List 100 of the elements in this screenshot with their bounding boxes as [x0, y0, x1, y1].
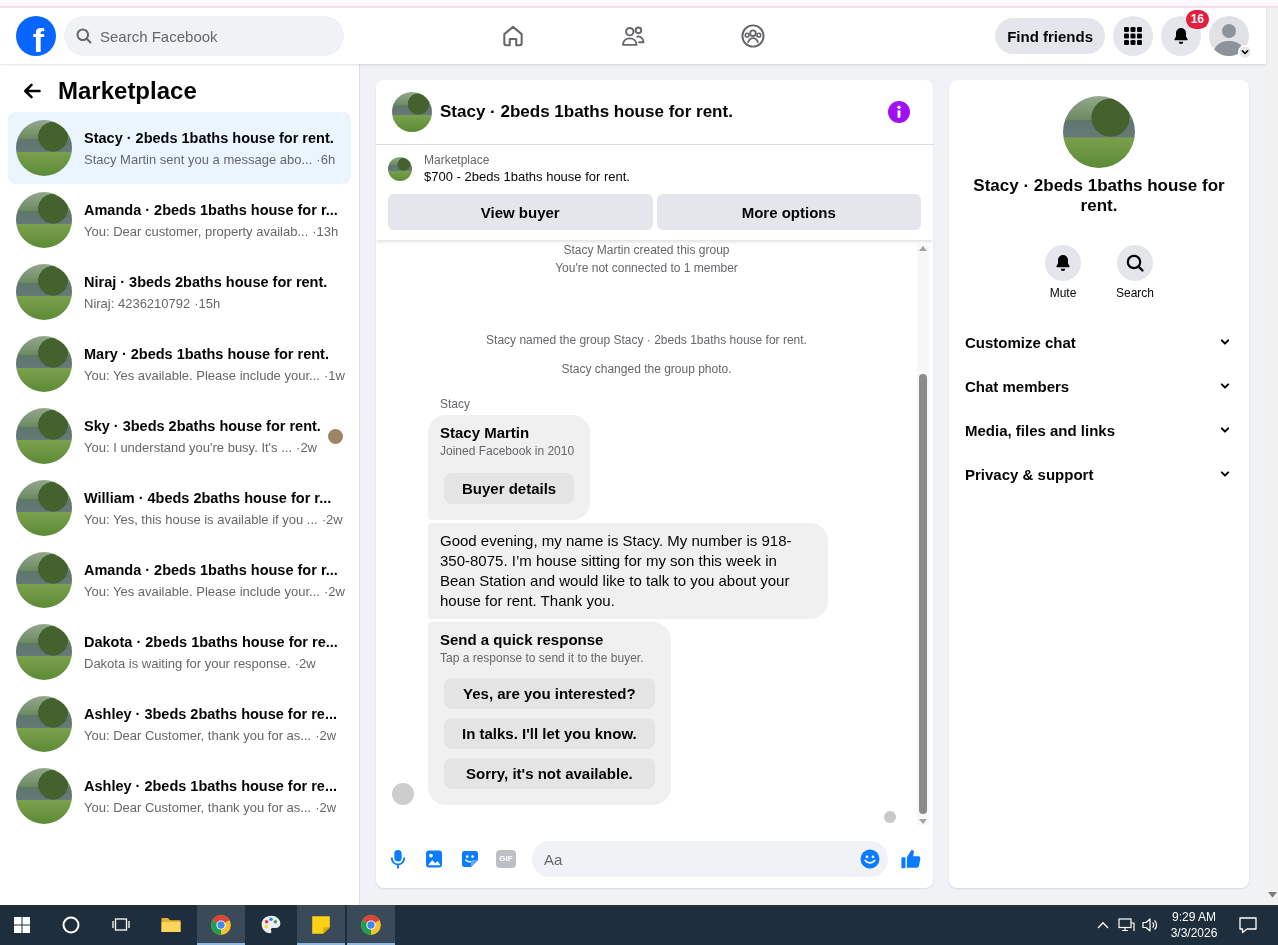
conversation-item[interactable]: Sky · 3beds 2baths house for rent. You: I understand you're busy. It's ... ·2w: [8, 400, 351, 472]
message-preview: You: I understand you're busy. It's ...: [84, 438, 293, 456]
clock-date[interactable]: 3/3/2026: [1170, 925, 1218, 941]
back-arrow-icon[interactable]: [22, 81, 42, 101]
system-message: You're not connected to 1 member: [555, 260, 738, 277]
speech-bubble-icon[interactable]: [1238, 915, 1258, 935]
sticky-note-icon: [310, 914, 332, 936]
message-preview: You: Yes available. Please include your...: [84, 366, 320, 384]
bubble-title: Stacy Martin: [440, 423, 531, 443]
sender-avatar: [392, 783, 414, 805]
house-photo: [16, 408, 72, 464]
taskbar-button[interactable]: [197, 905, 245, 945]
search-icon: [76, 28, 92, 44]
find-friends-button[interactable]: Find friends: [995, 18, 1105, 54]
taskbar-button[interactable]: [297, 905, 345, 945]
message-preview: You: Dear customer, property availab...: [84, 222, 309, 240]
conversation-item[interactable]: Dakota · 2beds 1baths house for re... Dakota is waiting for your response. ·2w: [8, 616, 351, 688]
message-time: ·1w: [323, 366, 345, 384]
conversation-item[interactable]: Niraj · 3beds 2baths house for rent. Niraj: 4236210792 ·15h: [8, 256, 351, 328]
bell-icon: [1171, 26, 1191, 46]
image-icon[interactable]: [424, 849, 444, 869]
house-photo: [16, 480, 72, 536]
clock-time[interactable]: 9:29 AM: [1172, 909, 1216, 925]
microphone-icon[interactable]: [388, 849, 408, 869]
monitor-icon[interactable]: [1117, 916, 1135, 934]
conversation-title: Mary · 2beds 1baths house for rent.: [84, 344, 330, 364]
listing-title: $700 - 2beds 1baths house for rent.: [424, 168, 630, 186]
system-message: Stacy Martin created this group: [563, 242, 730, 259]
conversation-item[interactable]: Amanda · 2beds 1baths house for r... You: Dear customer, property availab... ·13h: [8, 184, 351, 256]
quick-reply-button[interactable]: Sorry, it's not available.: [444, 758, 655, 789]
action-button[interactable]: More options: [656, 194, 921, 230]
action-button[interactable]: View buyer: [388, 194, 653, 230]
message-bubble: Good evening, my name is Stacy. My number is 918-350-8075. I’m house sitting for my son this week in Bean Station and would like to talk to you about your house for rent. Thank you.: [428, 523, 828, 619]
conversation-item[interactable]: Ashley · 2beds 1baths house for re... You: Dear Customer, thank you for as... ·2w: [8, 760, 351, 832]
system-message: Stacy changed the group photo.: [561, 361, 732, 378]
system-message: Stacy named the group Stacy · 2beds 1baths house for rent.: [486, 332, 807, 349]
chat-name: Stacy · 2beds 1baths house for rent.: [972, 176, 1226, 216]
house-photo: [16, 120, 72, 176]
browser-icon: [360, 914, 382, 936]
read-receipt-avatar: [884, 811, 896, 823]
section-row[interactable]: Chat members: [949, 364, 1249, 408]
conversation-item[interactable]: Ashley · 3beds 2baths house for re... You: Dear Customer, thank you for as... ·2w: [8, 688, 351, 760]
taskbar-button[interactable]: [347, 905, 395, 945]
message-preview: Niraj: 4236210792: [84, 294, 191, 312]
message-time: ·2w: [323, 582, 345, 600]
sender-name: Stacy: [439, 396, 470, 412]
conversation-title: Amanda · 2beds 1baths house for r...: [84, 560, 339, 580]
menu-grid-icon[interactable]: [1123, 26, 1143, 46]
buyer-details-button[interactable]: Buyer details: [444, 473, 575, 504]
chat-title: Stacy · 2beds 1baths house for rent.: [440, 101, 734, 123]
conversation-title: Stacy · 2beds 1baths house for rent.: [84, 128, 335, 148]
conversation-item[interactable]: William · 4beds 2baths house for r... You: Yes, this house is available if you ... ·2w: [8, 472, 351, 544]
section-row[interactable]: Customize chat: [949, 320, 1249, 364]
house-photo: [16, 552, 72, 608]
page-scroll-down-icon[interactable]: [1267, 892, 1277, 898]
bubble-title: Send a quick response: [440, 630, 605, 650]
search-field[interactable]: Search Facebook: [64, 16, 344, 56]
mute-button[interactable]: Mute: [1031, 245, 1095, 301]
group-circle-icon: [739, 23, 766, 49]
scrollbar[interactable]: [917, 245, 929, 825]
ring-icon: [62, 916, 80, 934]
quick-reply-button[interactable]: In talks. I'll let you know.: [444, 718, 655, 749]
info-icon[interactable]: [888, 101, 910, 123]
listing-label: Marketplace: [424, 152, 491, 168]
scrollbar-thumb[interactable]: [919, 374, 927, 814]
section-row[interactable]: Media, files and links: [949, 408, 1249, 452]
message-preview: You: Yes, this house is available if you ...: [84, 510, 318, 528]
page-scrollbar[interactable]: [1266, 8, 1278, 905]
menu-button[interactable]: [1113, 16, 1153, 56]
chevron-down-icon[interactable]: [1238, 45, 1252, 59]
message-time: ·2w: [296, 438, 317, 456]
house-photo: [16, 768, 72, 824]
message-time: ·2w: [315, 726, 337, 744]
message-time: ·2w: [321, 510, 343, 528]
message-time: ·2w: [294, 654, 316, 672]
search-icon: [1117, 245, 1153, 281]
message-time: ·15h: [194, 294, 221, 312]
logo[interactable]: f: [16, 16, 56, 56]
house-photo: [388, 157, 412, 181]
conversation-item[interactable]: Mary · 2beds 1baths house for rent. You: Yes available. Please include your... ·1w: [8, 328, 351, 400]
conversation-title: William · 4beds 2baths house for r...: [84, 488, 333, 508]
search-button[interactable]: Search: [1103, 245, 1167, 301]
section-row[interactable]: Privacy & support: [949, 452, 1249, 496]
message-field[interactable]: Aa: [532, 841, 888, 877]
windows-logo-icon: [14, 917, 30, 933]
speaker-icon[interactable]: [1141, 916, 1159, 934]
bubble-subtitle: Joined Facebook in 2010: [440, 443, 575, 459]
house-photo: [16, 624, 72, 680]
palette-icon: [260, 914, 282, 936]
conversation-item[interactable]: Amanda · 2beds 1baths house for r... You: Yes available. Please include your... ·2w: [8, 544, 351, 616]
house-photo: [16, 336, 72, 392]
conversation-title: Niraj · 3beds 2baths house for rent.: [84, 272, 328, 292]
sticker-icon[interactable]: [460, 849, 480, 869]
quick-reply-button[interactable]: Yes, are you interested?: [444, 678, 655, 709]
conversation-title: Amanda · 2beds 1baths house for r...: [84, 200, 339, 220]
caret-up-icon[interactable]: [1097, 921, 1109, 929]
emoji-icon[interactable]: [860, 849, 880, 869]
thumbs-up-icon[interactable]: [900, 848, 922, 870]
message-preview: You: Dear Customer, thank you for as...: [84, 798, 312, 816]
conversation-item[interactable]: Stacy · 2beds 1baths house for rent. Stacy Martin sent you a message abo... ·6h: [8, 112, 351, 184]
